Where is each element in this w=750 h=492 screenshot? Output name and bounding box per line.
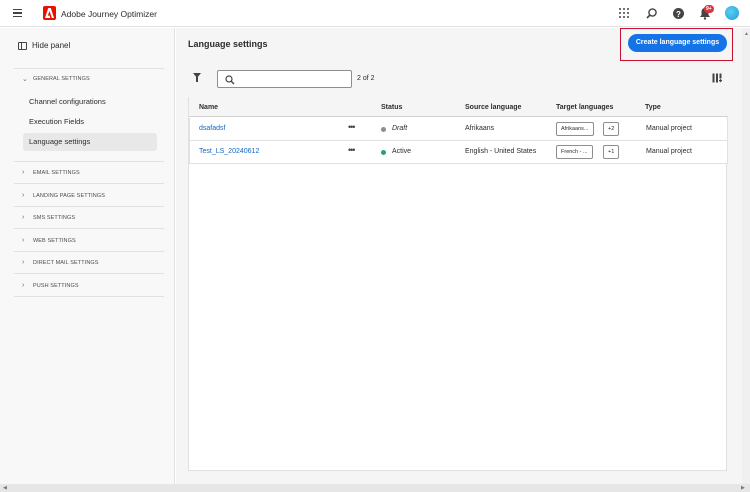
horizontal-scrollbar[interactable]: ◀ ▶ bbox=[0, 484, 750, 492]
section-label: PUSH SETTINGS bbox=[33, 282, 79, 289]
section-label: WEB SETTINGS bbox=[33, 237, 76, 244]
target-language-tag: French - ... bbox=[556, 145, 593, 159]
table-header: Name Status Source language Target langu… bbox=[189, 97, 728, 117]
divider bbox=[14, 68, 164, 69]
column-header-type[interactable]: Type bbox=[645, 104, 661, 111]
table-row[interactable]: dsafadsf ••• Draft Afrikaans Afrikaans..… bbox=[189, 118, 728, 141]
target-language-more-tag[interactable]: +1 bbox=[603, 145, 620, 159]
section-label: LANDING PAGE SETTINGS bbox=[33, 192, 105, 199]
chevron-right-icon: › bbox=[22, 169, 25, 176]
search-icon[interactable] bbox=[645, 7, 658, 20]
chevron-right-icon: › bbox=[22, 214, 25, 221]
divider bbox=[14, 228, 164, 229]
scroll-up-icon[interactable]: ▲ bbox=[744, 31, 749, 37]
column-header-target-languages[interactable]: Target languages bbox=[556, 104, 613, 111]
sidebar-item-language-settings[interactable]: Language settings bbox=[23, 133, 157, 151]
divider bbox=[14, 161, 164, 162]
app-title: Adobe Journey Optimizer bbox=[61, 9, 157, 19]
status-dot bbox=[381, 127, 386, 132]
search-input[interactable] bbox=[238, 73, 348, 85]
language-settings-table: Name Status Source language Target langu… bbox=[188, 97, 728, 471]
page-title: Language settings bbox=[188, 39, 268, 49]
result-count: 2 of 2 bbox=[357, 75, 375, 82]
divider bbox=[14, 251, 164, 252]
type-text: Manual project bbox=[646, 125, 692, 132]
section-landing-page-settings[interactable]: › LANDING PAGE SETTINGS bbox=[22, 192, 105, 199]
chevron-right-icon: › bbox=[22, 192, 25, 199]
table-row[interactable]: Test_LS_20240612 ••• Active English - Un… bbox=[189, 141, 728, 164]
main-content: Language settings Create language settin… bbox=[176, 28, 750, 492]
adobe-logo-icon[interactable] bbox=[43, 6, 56, 20]
scroll-left-icon[interactable]: ◀ bbox=[3, 485, 7, 491]
section-label: GENERAL SETTINGS bbox=[33, 76, 90, 82]
sidebar-item-execution-fields[interactable]: Execution Fields bbox=[23, 113, 157, 131]
sidebar: Hide panel ⌄ GENERAL SETTINGS Channel co… bbox=[0, 28, 175, 492]
avatar[interactable] bbox=[725, 6, 739, 20]
section-email-settings[interactable]: › EMAIL SETTINGS bbox=[22, 169, 80, 176]
section-sms-settings[interactable]: › SMS SETTINGS bbox=[22, 214, 75, 221]
chevron-down-icon: ⌄ bbox=[22, 76, 28, 83]
search-icon bbox=[225, 75, 235, 85]
section-label: DIRECT MAIL SETTINGS bbox=[33, 259, 99, 266]
chevron-right-icon: › bbox=[22, 282, 25, 289]
column-settings-icon[interactable] bbox=[712, 73, 722, 83]
column-header-name[interactable]: Name bbox=[199, 104, 218, 111]
type-text: Manual project bbox=[646, 148, 692, 155]
section-label: EMAIL SETTINGS bbox=[33, 169, 80, 176]
source-language: Afrikaans bbox=[465, 125, 495, 132]
menu-icon[interactable] bbox=[13, 9, 22, 18]
row-name-link[interactable]: Test_LS_20240612 bbox=[199, 148, 259, 155]
status-text: Draft bbox=[392, 125, 408, 132]
section-web-settings[interactable]: › WEB SETTINGS bbox=[22, 237, 76, 244]
chevron-right-icon: › bbox=[22, 259, 25, 266]
hide-panel-button[interactable]: Hide panel bbox=[18, 41, 70, 50]
vertical-scrollbar[interactable]: ▲ bbox=[742, 28, 750, 484]
source-language: English - United States bbox=[465, 148, 537, 155]
divider bbox=[14, 183, 164, 184]
chevron-right-icon: › bbox=[22, 237, 25, 244]
section-push-settings[interactable]: › PUSH SETTINGS bbox=[22, 282, 79, 289]
section-direct-mail-settings[interactable]: › DIRECT MAIL SETTINGS bbox=[22, 259, 99, 266]
hide-panel-label: Hide panel bbox=[32, 41, 71, 50]
create-language-settings-button[interactable]: Create language settings bbox=[628, 34, 727, 52]
status-text: Active bbox=[392, 148, 412, 155]
top-bar: Adobe Journey Optimizer ? 9+ bbox=[0, 0, 750, 27]
status-dot bbox=[381, 150, 386, 155]
divider bbox=[14, 296, 164, 297]
divider bbox=[14, 273, 164, 274]
row-name-link[interactable]: dsafadsf bbox=[199, 125, 225, 132]
panel-icon bbox=[18, 41, 27, 50]
column-header-source-language[interactable]: Source language bbox=[465, 104, 521, 111]
section-label: SMS SETTINGS bbox=[33, 214, 76, 221]
sidebar-item-channel-configurations[interactable]: Channel configurations bbox=[23, 93, 157, 111]
target-language-more-tag[interactable]: +2 bbox=[603, 122, 620, 136]
notification-badge: 9+ bbox=[704, 5, 714, 13]
section-general-settings[interactable]: ⌄ GENERAL SETTINGS bbox=[22, 75, 90, 83]
apps-grid-icon[interactable] bbox=[618, 7, 631, 20]
filter-icon[interactable] bbox=[193, 73, 201, 82]
scroll-right-icon[interactable]: ▶ bbox=[741, 485, 745, 491]
more-actions-icon[interactable]: ••• bbox=[348, 145, 356, 155]
target-language-tag: Afrikaans... bbox=[556, 122, 594, 136]
search-field[interactable] bbox=[217, 70, 352, 88]
divider bbox=[14, 206, 164, 207]
help-icon[interactable]: ? bbox=[673, 8, 684, 19]
more-actions-icon[interactable]: ••• bbox=[348, 122, 356, 132]
column-header-status[interactable]: Status bbox=[381, 104, 402, 111]
